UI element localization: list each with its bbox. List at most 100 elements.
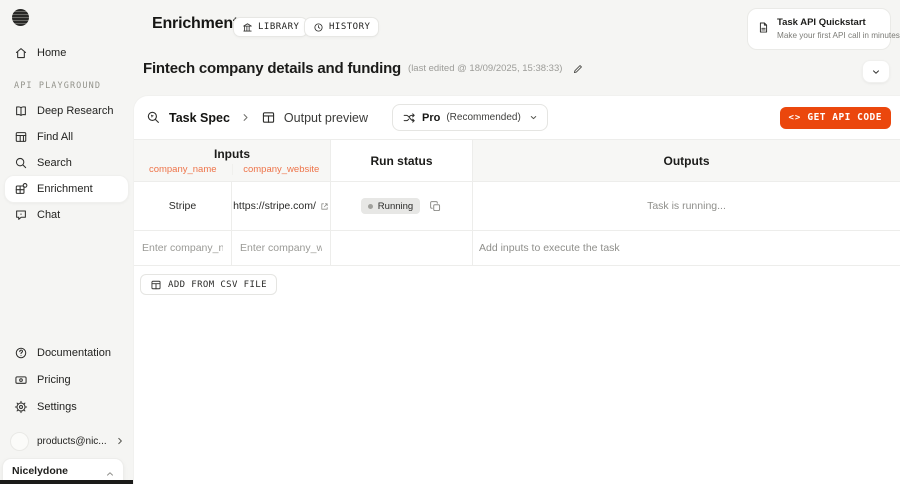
get-api-code-button[interactable]: <> GET API CODE [780, 107, 891, 129]
sidebar-item-label: Settings [37, 401, 77, 413]
task-panel: Task Spec Output preview Pro (Recommende… [134, 96, 900, 484]
sidebar-item-enrichment[interactable]: Enrichment [5, 176, 128, 202]
sidebar-section-label: API PLAYGROUND [14, 81, 128, 91]
history-button[interactable]: HISTORY [304, 17, 379, 37]
sidebar: Home API PLAYGROUND Deep Research Find A… [0, 0, 133, 484]
column-company-website: company_website [232, 164, 331, 175]
library-button[interactable]: LIBRARY [233, 17, 308, 37]
shuffle-icon [402, 111, 416, 125]
chevron-down-icon [871, 67, 881, 77]
csv-table-icon [150, 279, 162, 291]
clock-icon [313, 22, 324, 33]
processor-name: Pro [422, 112, 440, 124]
table-header-row: Inputs company_name company_website Run … [134, 140, 900, 182]
chevron-up-icon [105, 469, 115, 479]
card-icon [14, 373, 28, 387]
sidebar-item-label: Home [37, 47, 66, 59]
sidebar-item-documentation[interactable]: Documentation [5, 339, 128, 366]
chevron-down-icon [529, 113, 538, 122]
get-api-code-label: GET API CODE [807, 112, 882, 123]
code-icon: <> [789, 113, 802, 123]
library-icon [242, 22, 253, 33]
website-url: https://stripe.com/ [233, 200, 316, 212]
help-icon [14, 346, 28, 360]
add-from-csv-label: ADD FROM CSV FILE [168, 280, 267, 290]
column-company-name: company_name [134, 164, 232, 175]
sidebar-item-home[interactable]: Home [5, 40, 128, 66]
home-icon [14, 46, 28, 60]
chevron-right-icon [240, 112, 251, 123]
task-spec-icon [146, 110, 161, 125]
org-name: Nicelydone [12, 465, 114, 477]
table-row: Stripe https://stripe.com/ Running Task … [134, 182, 900, 231]
quickstart-title: Task API Quickstart [777, 17, 884, 28]
chevron-right-icon [115, 436, 125, 446]
sidebar-item-find-all[interactable]: Find All [5, 124, 128, 150]
library-button-label: LIBRARY [258, 22, 299, 32]
sidebar-item-label: Deep Research [37, 105, 113, 117]
processor-note: (Recommended) [446, 112, 520, 123]
task-title-row: Fintech company details and funding (las… [143, 60, 584, 77]
sidebar-item-chat[interactable]: Chat [5, 202, 128, 228]
sidebar-item-pricing[interactable]: Pricing [5, 366, 128, 393]
sidebar-item-label: Search [37, 157, 72, 169]
chat-icon [14, 208, 28, 222]
add-from-csv-button[interactable]: ADD FROM CSV FILE [140, 274, 277, 295]
page-title: Enrichment [152, 15, 238, 33]
company-name-input[interactable] [134, 242, 231, 254]
inputs-header-cell: Inputs company_name company_website [134, 140, 331, 181]
cell-company-name[interactable]: Stripe [134, 182, 232, 230]
processor-select[interactable]: Pro (Recommended) [392, 104, 548, 131]
account-email: products@nic... [37, 436, 107, 447]
gear-icon [14, 400, 28, 414]
collapse-button[interactable] [863, 61, 889, 82]
tab-output-preview[interactable]: Output preview [284, 111, 368, 125]
company-website-input[interactable] [232, 242, 330, 254]
table-new-row: Add inputs to execute the task [134, 231, 900, 266]
task-last-edited: (last edited @ 18/09/2025, 15:38:33) [408, 63, 562, 74]
sidebar-item-search[interactable]: Search [5, 150, 128, 176]
sidebar-item-label: Enrichment [37, 183, 93, 195]
bottom-strip [0, 480, 133, 484]
sidebar-item-deep-research[interactable]: Deep Research [5, 98, 128, 124]
new-company-name-cell [134, 231, 232, 265]
table-icon [14, 130, 28, 144]
new-output-cell: Add inputs to execute the task [473, 231, 900, 265]
book-icon [14, 104, 28, 118]
outputs-header: Outputs [473, 140, 900, 181]
task-name: Fintech company details and funding [143, 60, 401, 77]
cell-output: Task is running... [473, 182, 900, 230]
document-icon [757, 21, 770, 34]
external-link-icon[interactable] [320, 202, 329, 211]
sidebar-item-label: Documentation [37, 347, 111, 359]
outputs-hint: Add inputs to execute the task [473, 242, 620, 254]
enrichment-icon [14, 182, 28, 196]
tab-bar: Task Spec Output preview Pro (Recommende… [134, 96, 900, 140]
app-window: Home API PLAYGROUND Deep Research Find A… [0, 0, 900, 484]
account-switcher[interactable]: products@nic... [10, 430, 123, 452]
quickstart-subtitle: Make your first API call in minutes [777, 31, 900, 40]
history-button-label: HISTORY [329, 22, 370, 32]
cell-run-status: Running [331, 182, 473, 230]
sidebar-item-label: Chat [37, 209, 60, 221]
output-status-text: Task is running... [647, 200, 726, 212]
copy-icon[interactable] [429, 200, 442, 213]
new-company-website-cell [232, 231, 331, 265]
run-status-header: Run status [331, 140, 473, 181]
avatar [10, 432, 29, 451]
cell-company-website: https://stripe.com/ [232, 182, 331, 230]
sidebar-footer-nav: Documentation Pricing Settings [5, 339, 128, 420]
search-icon [14, 156, 28, 170]
status-badge: Running [361, 198, 420, 214]
tab-task-spec[interactable]: Task Spec [169, 111, 230, 125]
status-label: Running [378, 201, 413, 212]
sidebar-item-label: Pricing [37, 374, 71, 386]
sidebar-nav: Home API PLAYGROUND Deep Research Find A… [5, 40, 128, 228]
sidebar-item-label: Find All [37, 131, 73, 143]
task-api-quickstart-card[interactable]: Task API Quickstart Make your first API … [747, 8, 891, 50]
brand-logo-icon[interactable] [12, 9, 29, 26]
sidebar-item-settings[interactable]: Settings [5, 393, 128, 420]
edit-pencil-icon[interactable] [572, 63, 584, 75]
new-run-status-cell [331, 231, 473, 265]
inputs-header: Inputs [214, 147, 250, 161]
